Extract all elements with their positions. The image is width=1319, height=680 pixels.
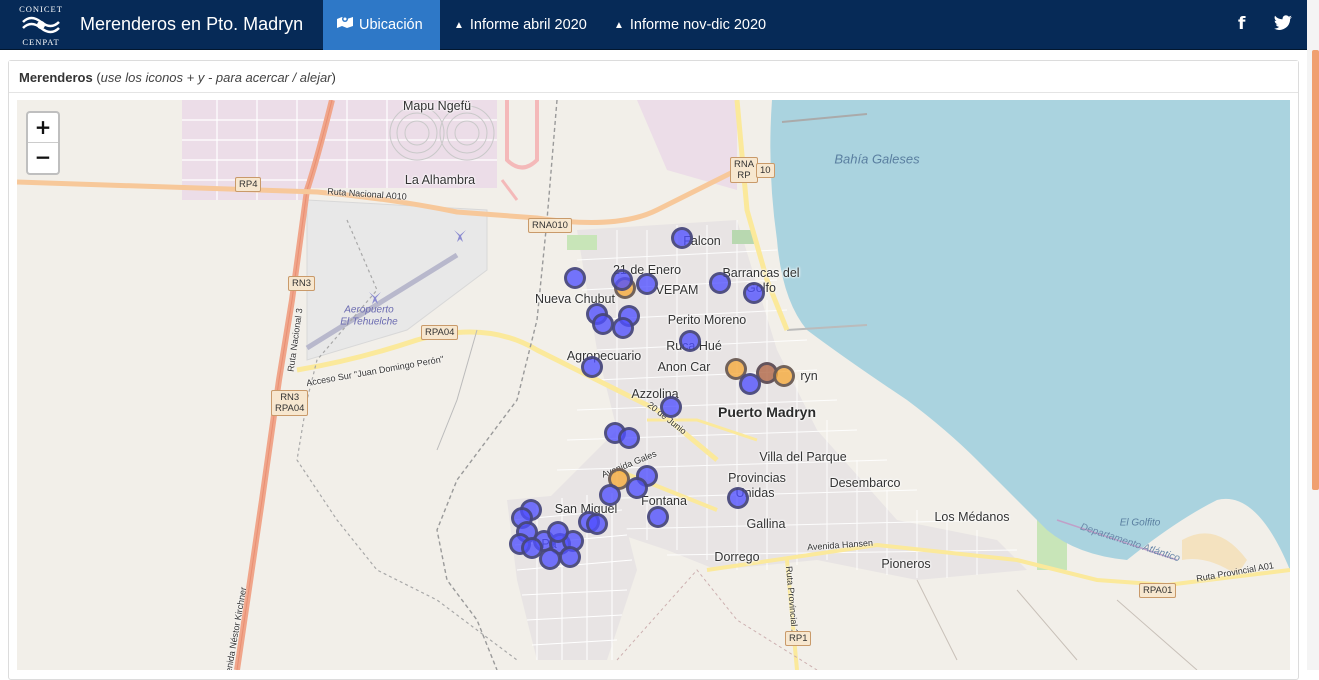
map-label-puerto-madryn: Puerto Madryn — [717, 404, 817, 420]
map-label-la-alhambra: La Alhambra — [404, 173, 476, 187]
merendero-marker[interactable] — [521, 537, 543, 559]
map-marked-icon — [337, 1, 353, 51]
facebook-icon[interactable]: f — [1238, 14, 1245, 34]
map-label-pioneros: Pioneros — [881, 557, 931, 571]
logo-line-cenpat: CENPAT — [22, 37, 60, 47]
caret-up-icon: ▲ — [454, 20, 464, 31]
map-view[interactable]: Mapu Ngefü La Alhambra Bahía Galeses Fal… — [17, 100, 1290, 670]
twitter-icon[interactable] — [1274, 15, 1292, 35]
conicet-wave-icon — [22, 16, 60, 34]
logo-line-conicet: CONICET — [19, 4, 63, 14]
merendero-marker[interactable] — [709, 272, 731, 294]
merendero-marker[interactable] — [586, 513, 608, 535]
map-label-mapu-ngefu: Mapu Ngefü — [402, 100, 472, 113]
merendero-marker[interactable] — [671, 227, 693, 249]
zoom-out-button[interactable]: − — [28, 143, 58, 173]
merendero-marker[interactable] — [559, 546, 581, 568]
merendero-marker[interactable] — [727, 487, 749, 509]
top-navbar: CONICET CENPAT Merenderos en Pto. Madryn… — [0, 0, 1307, 50]
map-label-bahia-galeses: Bahía Galeses — [834, 151, 920, 167]
merendero-marker[interactable] — [626, 477, 648, 499]
conicet-cenpat-logo[interactable]: CONICET CENPAT — [15, 4, 67, 47]
map-base-layer — [17, 100, 1290, 670]
panel-hint-paren-open: ( — [92, 70, 101, 85]
merendero-marker[interactable] — [739, 373, 761, 395]
map-label-madryn-partial: ryn — [800, 369, 818, 383]
shield-line: RP — [737, 170, 751, 181]
page-scrollbar-thumb[interactable] — [1312, 50, 1319, 490]
panel-hint: use los iconos + y - para acercar / alej… — [100, 70, 332, 85]
map-zoom-control: + − — [26, 111, 60, 175]
merendero-marker[interactable] — [599, 484, 621, 506]
shield-rp1: RP1 — [785, 631, 812, 646]
merendero-marker[interactable] — [660, 396, 682, 418]
merendero-marker[interactable] — [564, 267, 586, 289]
shield-line: RNA — [734, 159, 755, 170]
map-label-el-golfito: El Golfito — [1119, 517, 1161, 529]
map-label-dorrego: Dorrego — [714, 550, 760, 564]
panel-title: Merenderos — [19, 70, 93, 85]
shield-rpa01: RPA01 — [1139, 583, 1177, 598]
map-label-villa-del-parque: Villa del Parque — [759, 450, 847, 464]
map-label-agropecuario: Agropecuario — [566, 349, 642, 363]
merendero-marker[interactable] — [612, 317, 634, 339]
nav-tab-label: Ubicación — [359, 17, 423, 33]
panel-heading: Merenderos (use los iconos + y - para ac… — [9, 61, 1298, 93]
shield-10: 10 — [756, 163, 775, 178]
merendero-marker[interactable] — [611, 269, 633, 291]
map-label-perito-moreno: Perito Moreno — [667, 313, 747, 327]
map-label-barrancas: Barrancas del — [722, 266, 800, 280]
map-label-vepam: VEPAM — [655, 283, 699, 297]
merendero-marker[interactable] — [647, 506, 669, 528]
map-label-los-medanos: Los Médanos — [934, 510, 1010, 524]
map-label-gallina: Gallina — [746, 517, 786, 531]
map-label-desembarco: Desembarco — [829, 476, 901, 490]
merendero-marker[interactable] — [592, 313, 614, 335]
merendero-marker[interactable] — [618, 427, 640, 449]
nav-tab-informe-abril[interactable]: ▲ Informe abril 2020 — [440, 0, 601, 50]
merendero-marker[interactable] — [547, 521, 569, 543]
shield-line: RPA04 — [275, 403, 305, 414]
shield-rpa04: RPA04 — [421, 325, 459, 340]
nav-tab-label: Informe abril 2020 — [469, 17, 587, 33]
shield-rn3-rpa04: RN3 RPA04 — [271, 390, 309, 416]
shield-rna010: RNA010 — [528, 218, 572, 233]
caret-up-icon: ▲ — [614, 20, 624, 31]
shield-rp4: RP4 — [235, 177, 262, 192]
map-label-el-tehuelche: El Tehuelche — [340, 316, 398, 328]
map-label-fontana: Fontana — [641, 494, 687, 508]
shield-rna10: RNA RP — [730, 157, 759, 183]
nav-tab-ubicacion[interactable]: Ubicación — [323, 0, 440, 50]
map-label-aeropuerto: Aeropuerto — [344, 304, 394, 316]
map-label-anon-car: Anon Car — [657, 360, 711, 374]
nav-tab-label: Informe nov-dic 2020 — [629, 17, 767, 33]
map-label-provincias: Provincias — [728, 471, 786, 485]
nav-tab-informe-novdic[interactable]: ▲ Informe nov-dic 2020 — [600, 0, 780, 50]
panel-hint-paren-close: ) — [331, 70, 336, 85]
merendero-marker[interactable] — [679, 330, 701, 352]
shield-line: RN3 — [280, 392, 300, 403]
zoom-in-button[interactable]: + — [28, 113, 58, 143]
merendero-marker[interactable] — [773, 365, 795, 387]
merendero-marker[interactable] — [636, 273, 658, 295]
merendero-marker[interactable] — [743, 282, 765, 304]
merendero-marker[interactable] — [581, 356, 603, 378]
shield-rn3: RN3 — [288, 276, 316, 291]
app-title[interactable]: Merenderos en Pto. Madryn — [80, 14, 303, 35]
